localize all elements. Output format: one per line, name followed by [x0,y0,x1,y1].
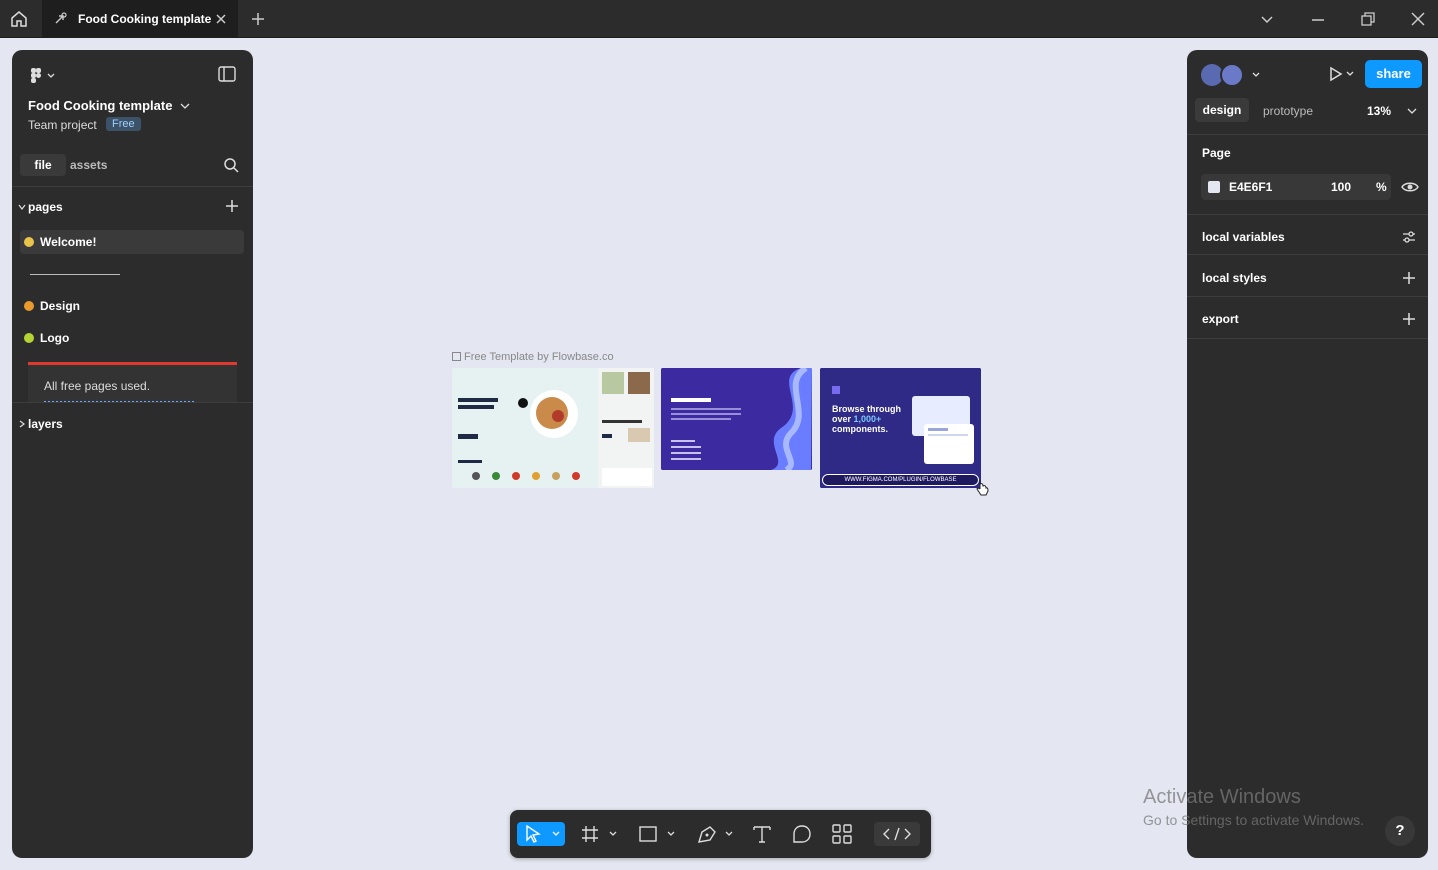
page-divider[interactable] [30,274,120,275]
help-button[interactable]: ? [1385,816,1415,846]
layers-label[interactable]: layers [28,417,63,431]
divider [12,186,253,187]
dev-mode-toggle[interactable] [874,822,920,846]
move-tool-icon [526,824,560,843]
divider [1187,134,1428,135]
chevron-down-icon[interactable] [1259,11,1275,27]
present-icon[interactable] [1327,66,1355,82]
logo-emoji-icon [24,333,34,343]
figma-menu-icon[interactable] [28,66,62,84]
rectangle-tool-icon [639,826,675,842]
welcome-thumbnail[interactable] [661,368,812,470]
frame-label[interactable]: Free Template by Flowbase.co [452,351,614,363]
frame-icon [452,352,461,361]
project-team: Team project [28,118,97,132]
comment-tool-icon [793,825,811,843]
search-icon[interactable] [222,156,240,174]
collaborators-avatars[interactable] [1199,62,1263,88]
divider [1187,338,1428,339]
free-pages-text: All free pages used. [44,379,151,393]
color-swatch[interactable] [1208,181,1220,193]
tab-file[interactable]: file [20,154,66,176]
chevron-down-icon[interactable] [1407,107,1417,115]
windows-activation-title: Activate Windows [1143,786,1301,808]
divider [1187,214,1428,215]
sliders-icon[interactable] [1401,229,1417,245]
pages-label[interactable]: pages [28,200,63,214]
tab-prototype[interactable]: prototype [1263,104,1313,118]
tab-assets[interactable]: assets [70,158,107,172]
cursor-icon [976,480,989,496]
plan-badge[interactable]: Free [106,117,141,131]
text-tool-button[interactable] [750,822,774,846]
chevron-down-icon[interactable] [18,203,26,211]
shape-tool-button[interactable] [636,822,680,846]
flowbase-promo-thumbnail[interactable]: Browse through over 1,000+ components. W… [820,368,981,488]
promo-url: WWW.FIGMA.COM/PLUGIN/FLOWBASE [844,477,957,483]
dev-mode-icon [883,827,911,841]
eye-icon[interactable] [1401,179,1419,195]
export-label[interactable]: export [1202,312,1239,326]
page-item-logo[interactable]: Logo [20,326,244,350]
right-panel: share design prototype 13% Page E4E6F1 1… [1187,50,1428,858]
divider [12,402,253,403]
components-tool-icon [832,824,852,844]
page-label: Design [40,299,81,313]
pen-tool-button[interactable] [694,822,738,846]
frame-tool-icon [582,826,617,842]
resources-tool-button[interactable] [830,822,854,846]
title-bar: Food Cooking template [0,0,1438,38]
divider [1187,296,1428,297]
close-icon[interactable] [214,12,228,26]
minimize-icon[interactable] [1310,11,1326,27]
divider [1187,254,1428,255]
figma-file-icon [55,12,67,24]
text-tool-icon [753,826,771,843]
comment-tool-button[interactable] [790,822,814,846]
plus-icon[interactable] [1401,311,1417,327]
plus-icon[interactable] [1401,270,1417,286]
chevron-right-icon[interactable] [18,420,26,428]
page-label: Welcome! [40,235,97,249]
local-variables-label[interactable]: local variables [1202,230,1285,244]
bottom-toolbar [510,810,931,858]
plus-icon[interactable] [250,11,266,27]
zoom-level[interactable]: 13% [1367,104,1391,118]
page-section-label: Page [1202,146,1231,160]
free-pages-notice: All free pages used. [28,365,237,403]
left-panel: Food Cooking template Team project Free … [12,50,253,858]
share-button[interactable]: share [1365,60,1422,88]
pen-tool-icon [698,826,733,843]
opacity-unit: % [1376,180,1387,194]
page-color-field[interactable]: E4E6F1 100 % [1201,174,1391,200]
home-icon[interactable] [8,9,30,29]
page-label: Logo [40,331,70,345]
project-title[interactable]: Food Cooking template [28,98,172,113]
promo-url-banner: WWW.FIGMA.COM/PLUGIN/FLOWBASE [822,474,979,486]
page-item-welcome[interactable]: Welcome! [20,230,244,254]
wave-emoji-icon [24,237,34,247]
chevron-down-icon[interactable] [180,102,190,110]
promo-headline: Browse through over 1,000+ components. [832,404,901,434]
add-page-icon[interactable] [224,198,240,214]
tab-label: Food Cooking template [78,12,212,26]
local-styles-label[interactable]: local styles [1202,271,1267,285]
page-item-design[interactable]: Design [20,294,244,318]
food-template-thumbnail[interactable] [452,368,654,488]
move-tool-button[interactable] [517,822,565,846]
windows-activation-subtitle: Go to Settings to activate Windows. [1143,812,1364,828]
frame-tool-button[interactable] [578,822,622,846]
color-opacity-value[interactable]: 100 [1331,180,1351,194]
sidebar-toggle-icon[interactable] [218,66,236,82]
restore-icon[interactable] [1360,11,1376,27]
close-window-icon[interactable] [1410,11,1426,27]
color-hex-value[interactable]: E4E6F1 [1229,180,1272,194]
file-tab[interactable]: Food Cooking template [42,0,238,38]
tab-design[interactable]: design [1195,98,1249,122]
palette-emoji-icon [24,301,34,311]
